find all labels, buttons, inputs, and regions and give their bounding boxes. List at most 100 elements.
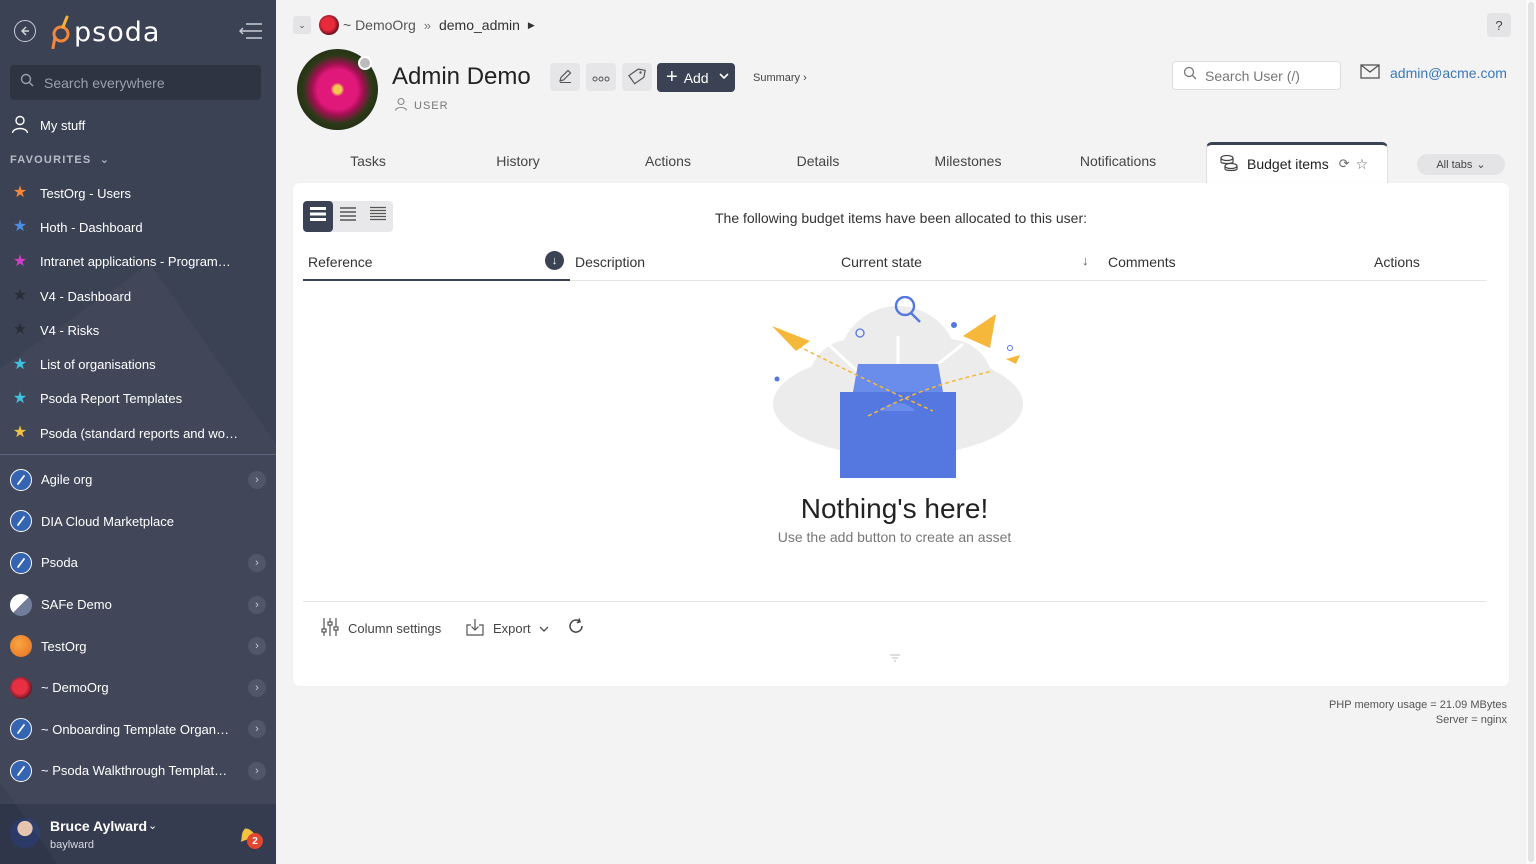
organisation-item[interactable]: Agile org ›	[10, 459, 270, 501]
chevron-right-icon[interactable]: ›	[248, 678, 266, 697]
sort-descending-icon[interactable]: ↓	[545, 251, 564, 270]
tab-history[interactable]: History	[443, 153, 593, 169]
tab-notifications[interactable]: Notifications	[1043, 153, 1193, 169]
star-icon: ★	[12, 287, 28, 305]
psoda-org-icon	[10, 718, 32, 741]
star-outline-icon[interactable]: ☆	[1356, 156, 1369, 173]
psoda-logo[interactable]: psoda	[50, 14, 160, 50]
all-tabs-dropdown[interactable]: All tabs ⌄	[1417, 154, 1505, 175]
plus-icon: +	[666, 65, 678, 88]
export-button[interactable]: Export	[465, 617, 549, 640]
organisation-label: ~ Psoda Walkthrough Template P…	[41, 763, 231, 779]
column-header-current-state[interactable]: Current state	[841, 254, 922, 270]
favourites-heading[interactable]: FAVOURITES ⌄	[10, 153, 110, 166]
organisation-item[interactable]: ~ DemoOrg ›	[10, 667, 270, 709]
column-settings-button[interactable]: Column settings	[320, 617, 441, 640]
notifications-bell[interactable]: 2	[236, 824, 266, 852]
edit-button[interactable]	[550, 63, 580, 91]
my-stuff-link[interactable]: My stuff	[10, 112, 85, 138]
user-search[interactable]	[1172, 61, 1341, 90]
organisation-item[interactable]: ~ Onboarding Template Organisa… ›	[10, 709, 270, 751]
tab-details[interactable]: Details	[743, 153, 893, 169]
help-button[interactable]: ?	[1487, 13, 1511, 37]
tab-budget-items-label: Budget items	[1247, 156, 1329, 172]
user-search-input[interactable]	[1205, 67, 1335, 84]
favourite-item[interactable]: ★ Intranet applications - Programme…	[10, 245, 270, 279]
breadcrumb-dropdown-button[interactable]: ⌄	[293, 16, 311, 34]
summary-link[interactable]: Summary ›	[753, 72, 807, 84]
flower-org-icon	[10, 676, 32, 699]
global-search-input[interactable]	[44, 74, 244, 91]
chevron-right-icon[interactable]: ›	[248, 553, 266, 572]
breadcrumb-separator: »	[423, 17, 431, 33]
add-button[interactable]: + Add	[657, 63, 735, 92]
chevron-down-icon	[539, 621, 549, 636]
user-username: baylward	[50, 839, 95, 851]
organisation-label: DIA Cloud Marketplace	[41, 513, 174, 529]
tab-budget-items[interactable]: Budget items ⟳ ☆	[1206, 142, 1388, 183]
envelope-icon	[1360, 64, 1380, 82]
tab-bar: Tasks History Actions Details Milestones…	[293, 142, 1509, 183]
scrollbar[interactable]	[1526, 0, 1536, 864]
column-header-actions[interactable]: Actions	[1374, 254, 1420, 270]
notification-count-badge: 2	[247, 833, 263, 849]
sidebar-header: psoda	[0, 0, 276, 64]
avatar[interactable]	[10, 818, 40, 848]
organisation-item[interactable]: SAFe Demo ›	[10, 584, 270, 626]
favourite-item[interactable]: ★ Hoth - Dashboard	[10, 210, 270, 244]
back-icon[interactable]	[14, 20, 36, 42]
tab-actions[interactable]: Actions	[593, 153, 743, 169]
column-header-reference[interactable]: Reference	[308, 254, 373, 270]
sliders-icon	[320, 617, 340, 640]
tab-tasks[interactable]: Tasks	[293, 153, 443, 169]
status-indicator	[358, 56, 372, 70]
resize-handle-icon[interactable]	[889, 654, 901, 665]
safe-org-icon	[10, 593, 32, 616]
organisation-item[interactable]: Psoda ›	[10, 542, 270, 584]
table-header: Reference ↓ Description Current state ↓ …	[303, 245, 1486, 281]
collapse-menu-icon[interactable]	[238, 22, 262, 40]
column-header-comments[interactable]: Comments	[1108, 254, 1176, 270]
organisation-item[interactable]: ~ Psoda Walkthrough Template P… ›	[10, 750, 270, 792]
email-link[interactable]: admin@acme.com	[1360, 64, 1507, 82]
scrollbar-thumb[interactable]	[1528, 2, 1534, 862]
chevron-right-icon[interactable]: ›	[248, 720, 266, 739]
tag-icon	[628, 67, 646, 88]
favourite-item[interactable]: ★ V4 - Dashboard	[10, 279, 270, 313]
breadcrumb: ⌄ ~ DemoOrg » demo_admin ▶	[293, 14, 535, 36]
empty-state-subtitle: Use the add button to create an asset	[777, 529, 1012, 545]
star-icon: ★	[12, 218, 28, 236]
chevron-right-icon[interactable]: ›	[248, 637, 266, 656]
chevron-right-icon[interactable]: ›	[248, 761, 266, 780]
chevron-down-icon[interactable]: ⌄	[148, 819, 157, 832]
refresh-icon[interactable]: ⟳	[1339, 156, 1350, 172]
favourite-item[interactable]: ★ List of organisations	[10, 347, 270, 381]
refresh-table-button[interactable]	[567, 617, 585, 638]
favourites-heading-label: FAVOURITES	[10, 154, 92, 166]
sort-arrow-icon[interactable]: ↓	[1082, 253, 1089, 268]
more-button[interactable]	[586, 63, 616, 91]
organisation-item[interactable]: TestOrg ›	[10, 625, 270, 667]
breadcrumb-current[interactable]: demo_admin	[439, 17, 520, 33]
psoda-logo-mark	[50, 15, 72, 50]
caret-right-icon[interactable]: ▶	[528, 20, 535, 31]
pencil-icon	[557, 68, 573, 87]
star-icon: ★	[12, 424, 28, 442]
breadcrumb-org-link[interactable]: ~ DemoOrg	[343, 17, 416, 33]
user-name[interactable]: Bruce Aylward	[50, 818, 147, 834]
user-panel[interactable]: Bruce Aylward ⌄ baylward 2	[0, 804, 276, 864]
column-header-description[interactable]: Description	[575, 254, 645, 270]
global-search[interactable]	[10, 65, 261, 100]
star-icon: ★	[12, 389, 28, 407]
chevron-right-icon[interactable]: ›	[248, 595, 266, 614]
refresh-icon	[567, 617, 585, 638]
favourite-item[interactable]: ★ V4 - Risks	[10, 313, 270, 347]
favourite-item[interactable]: ★ TestOrg - Users	[10, 176, 270, 210]
sidebar: psoda My stuff FAVOURITES ⌄ ★ TestOrg - U…	[0, 0, 276, 864]
organisation-item[interactable]: DIA Cloud Marketplace	[10, 501, 270, 543]
favourite-item[interactable]: ★ Psoda Report Templates	[10, 382, 270, 416]
tag-button[interactable]	[622, 63, 652, 91]
favourite-item[interactable]: ★ Psoda (standard reports and work…	[10, 416, 270, 450]
tab-milestones[interactable]: Milestones	[893, 153, 1043, 169]
chevron-right-icon[interactable]: ›	[248, 470, 266, 489]
